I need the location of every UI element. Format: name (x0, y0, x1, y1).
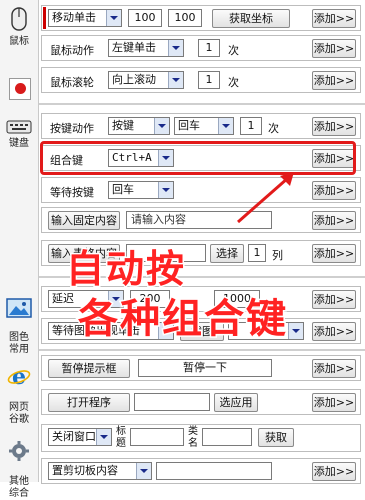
record-button[interactable] (9, 78, 31, 100)
record-icon (14, 83, 26, 94)
category-other-label: 其他 综合 (9, 476, 29, 499)
category-other[interactable]: 其他 综合 (2, 428, 36, 500)
mouse-action-label: 鼠标动作 (50, 44, 94, 57)
move-action-select[interactable]: 移动单击 (48, 9, 122, 27)
overlay-caption-2: 各种组合键 (77, 295, 288, 344)
category-mouse-label: 鼠标 (9, 36, 29, 47)
open-program-row: 打开程序 选应用 添加>> (41, 389, 361, 415)
clipboard-input[interactable] (156, 462, 272, 480)
add-button[interactable]: 添加>> (312, 117, 356, 136)
choose-table-button[interactable]: 选择 (210, 244, 244, 263)
scroll-count-input[interactable]: 1 (198, 71, 220, 89)
mouse-icon (11, 7, 27, 31)
class-name-input[interactable] (202, 428, 252, 446)
click-count-input[interactable]: 1 (198, 39, 220, 57)
x-coordinate-input[interactable]: 100 (128, 9, 162, 27)
combo-highlight-box (40, 141, 356, 175)
section-divider (39, 349, 365, 351)
add-button[interactable]: 添加>> (312, 322, 356, 341)
close-window-select[interactable]: 关闭窗口 (48, 428, 112, 446)
input-fixed-row: 输入固定内容 请输入内容 添加>> (41, 207, 361, 233)
add-button[interactable]: 添加>> (312, 359, 356, 378)
y-coordinate-input[interactable]: 100 (168, 9, 202, 27)
wait-key-select[interactable]: 回车 (108, 181, 174, 199)
overlay-caption-1: 自动按 (64, 246, 187, 293)
choose-app-button[interactable]: 选应用 (214, 393, 258, 412)
mouse-action-row: 鼠标动作 左键单击 1 次 添加>> (41, 35, 361, 61)
title-label: 标题 (116, 426, 126, 449)
clipboard-select[interactable]: 置剪切板内容 (48, 462, 152, 480)
mouse-wheel-label: 鼠标滚轮 (50, 76, 94, 89)
unit-label: 次 (228, 76, 239, 89)
category-web[interactable]: e 网页 谷歌 (2, 352, 36, 426)
mouse-action-select[interactable]: 左键单击 (108, 39, 184, 57)
column-input[interactable]: 1 (248, 244, 266, 262)
gear-icon (9, 441, 29, 461)
wheel-direction-select[interactable]: 向上滚动 (108, 71, 184, 89)
add-button[interactable]: 添加>> (312, 290, 356, 309)
get-window-button[interactable]: 获取 (258, 428, 294, 447)
key-count-input[interactable]: 1 (240, 117, 262, 135)
category-mouse[interactable]: 鼠标 (2, 6, 36, 48)
close-window-row: 关闭窗口 标题 类名 获取 (41, 424, 361, 452)
category-keyboard-label: 键盘 (9, 138, 29, 149)
key-action-label: 按键动作 (50, 122, 94, 135)
get-coordinates-button[interactable]: 获取坐标 (212, 9, 290, 28)
ie-browser-icon: e (7, 364, 31, 388)
pause-row: 暂停提示框 暂停一下 添加>> (41, 355, 361, 381)
add-button[interactable]: 添加>> (312, 462, 356, 481)
window-title-input[interactable] (130, 428, 184, 446)
unit-label: 次 (228, 44, 239, 57)
picture-icon (6, 298, 32, 318)
add-button[interactable]: 添加>> (312, 9, 356, 28)
add-button[interactable]: 添加>> (312, 211, 356, 230)
input-fixed-button[interactable]: 输入固定内容 (48, 211, 120, 230)
category-sidebar: 鼠标 键盘 图色 常用 e 网页 谷歌 其他 综合 (0, 0, 39, 499)
wait-key-label: 等待按键 (50, 186, 94, 199)
class-name-label: 类名 (188, 426, 198, 449)
add-button[interactable]: 添加>> (312, 71, 356, 90)
pointer-arrow-icon (237, 172, 294, 224)
wait-key-row: 等待按键 回车 添加>> (41, 177, 361, 203)
row-grip (43, 7, 46, 29)
keyboard-icon (6, 120, 32, 134)
clipboard-row: 置剪切板内容 添加>> (41, 458, 361, 484)
add-button[interactable]: 添加>> (312, 39, 356, 58)
column-unit-label: 列 (272, 249, 283, 262)
category-web-label: 网页 谷歌 (9, 402, 29, 425)
pause-prompt-button[interactable]: 暂停提示框 (48, 359, 130, 378)
open-program-button[interactable]: 打开程序 (48, 393, 130, 412)
program-path-input[interactable] (134, 393, 210, 411)
move-click-row: 移动单击 100 100 获取坐标 添加>> (41, 5, 361, 31)
add-button[interactable]: 添加>> (312, 244, 356, 263)
key-mode-select[interactable]: 按键 (108, 117, 170, 135)
key-select[interactable]: 回车 (174, 117, 234, 135)
svg-text:e: e (12, 364, 26, 388)
section-divider (39, 103, 365, 105)
add-button[interactable]: 添加>> (312, 181, 356, 200)
mouse-wheel-row: 鼠标滚轮 向上滚动 1 次 添加>> (41, 67, 361, 93)
add-button[interactable]: 添加>> (312, 393, 356, 412)
unit-label: 次 (268, 122, 279, 135)
pause-message-input[interactable]: 暂停一下 (138, 359, 272, 377)
category-image[interactable]: 图色 常用 (2, 286, 36, 356)
category-keyboard[interactable]: 键盘 (2, 118, 36, 150)
key-action-row: 按键动作 按键 回车 1 次 添加>> (41, 113, 361, 139)
